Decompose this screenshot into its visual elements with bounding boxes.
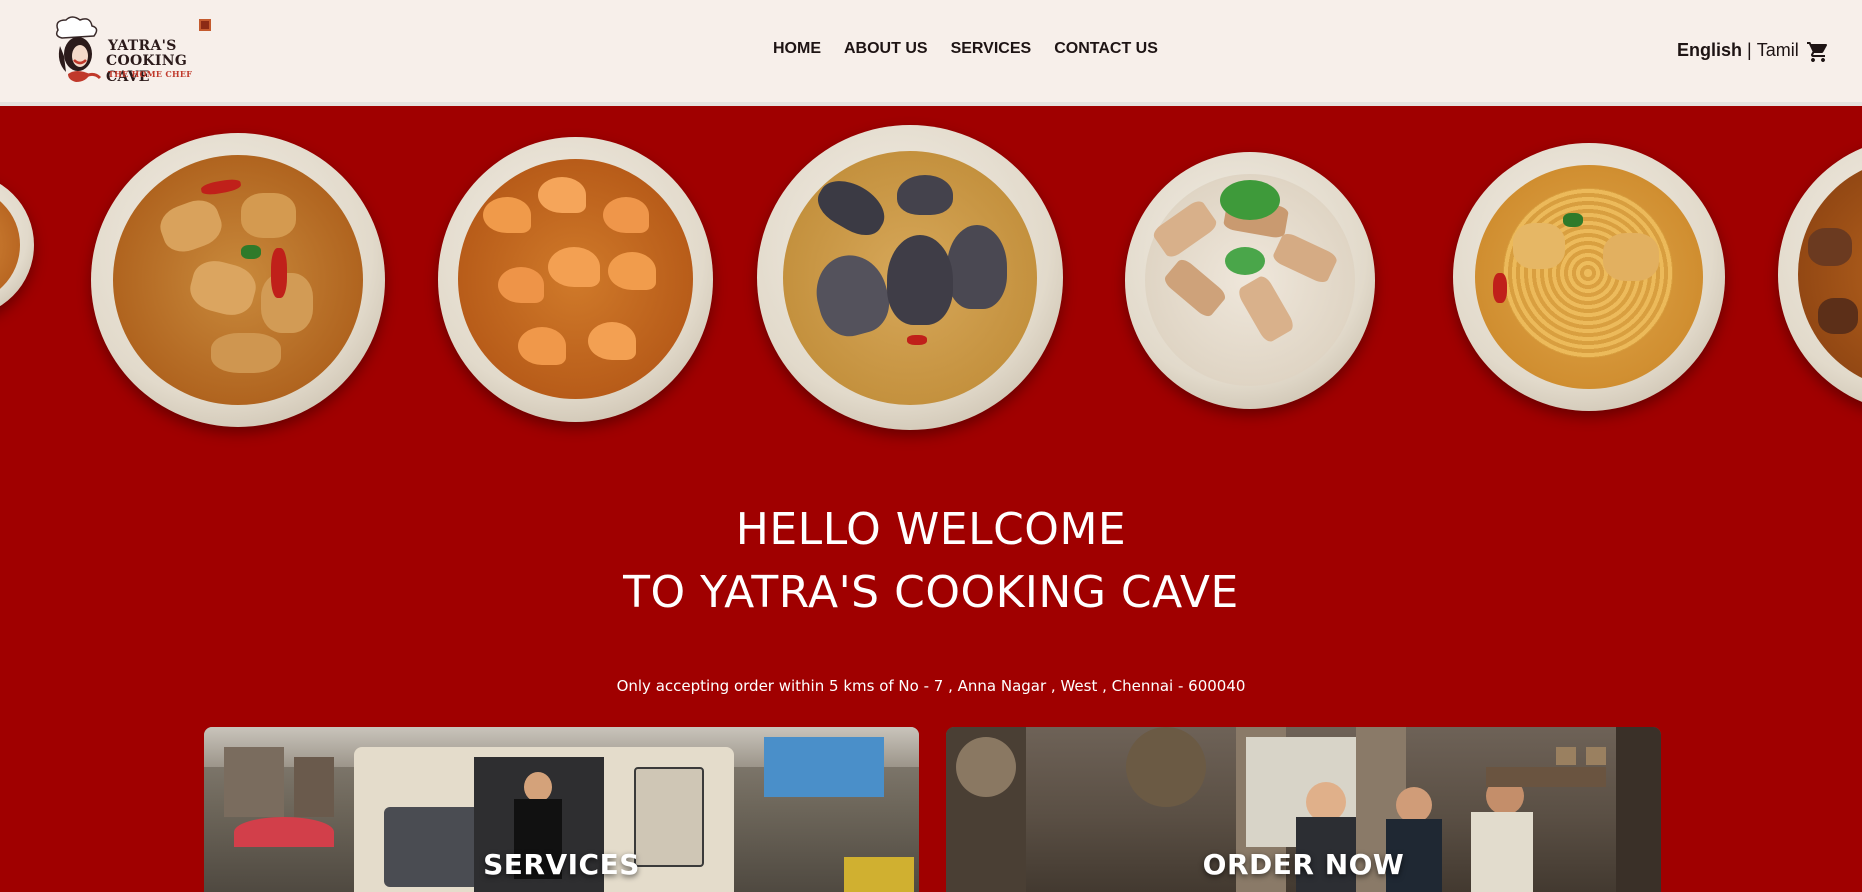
welcome-heading-line2: TO YATRA'S COOKING CAVE <box>623 567 1239 618</box>
cart-icon[interactable] <box>1806 40 1830 64</box>
services-card[interactable]: SERVICES <box>204 727 919 892</box>
logo-badge-icon <box>199 19 211 31</box>
dish-bowl-grilled-chicken <box>1125 152 1375 409</box>
order-now-card[interactable]: ORDER NOW <box>946 727 1661 892</box>
nav-about-us[interactable]: ABOUT US <box>844 40 928 58</box>
welcome-heading-line1: HELLO WELCOME <box>735 504 1127 555</box>
dish-bowl-partial-left <box>0 173 34 317</box>
language-separator: | <box>1747 40 1752 60</box>
nav-home[interactable]: HOME <box>773 40 821 58</box>
dish-bowl-clam-curry <box>757 125 1063 430</box>
dish-bowl-chicken-noodles <box>1453 143 1725 411</box>
dish-bowl-chicken-curry <box>91 133 385 427</box>
language-tamil[interactable]: Tamil <box>1757 40 1799 61</box>
chef-logo-icon <box>55 16 102 82</box>
dish-bowl-prawn-curry <box>438 137 713 422</box>
language-english[interactable]: English <box>1677 40 1742 61</box>
site-header: YATRA'S COOKING CAVE THE HOME CHEF HOME … <box>0 0 1862 106</box>
brand-logo[interactable]: YATRA'S COOKING CAVE THE HOME CHEF <box>50 16 220 88</box>
nav-services[interactable]: SERVICES <box>951 40 1032 58</box>
language-switcher: English | Tamil <box>1677 40 1799 61</box>
dish-bowl-partial-right <box>1778 138 1862 412</box>
nav-contact-us[interactable]: CONTACT US <box>1054 40 1158 58</box>
brand-tagline: THE HOME CHEF <box>108 69 193 79</box>
main-nav: HOME ABOUT US SERVICES CONTACT US <box>773 40 1158 58</box>
brand-name-line1: YATRA'S <box>108 38 177 54</box>
order-now-card-title: ORDER NOW <box>1202 848 1405 881</box>
delivery-notice: Only accepting order within 5 kms of No … <box>616 677 1246 695</box>
services-card-title: SERVICES <box>483 848 640 881</box>
